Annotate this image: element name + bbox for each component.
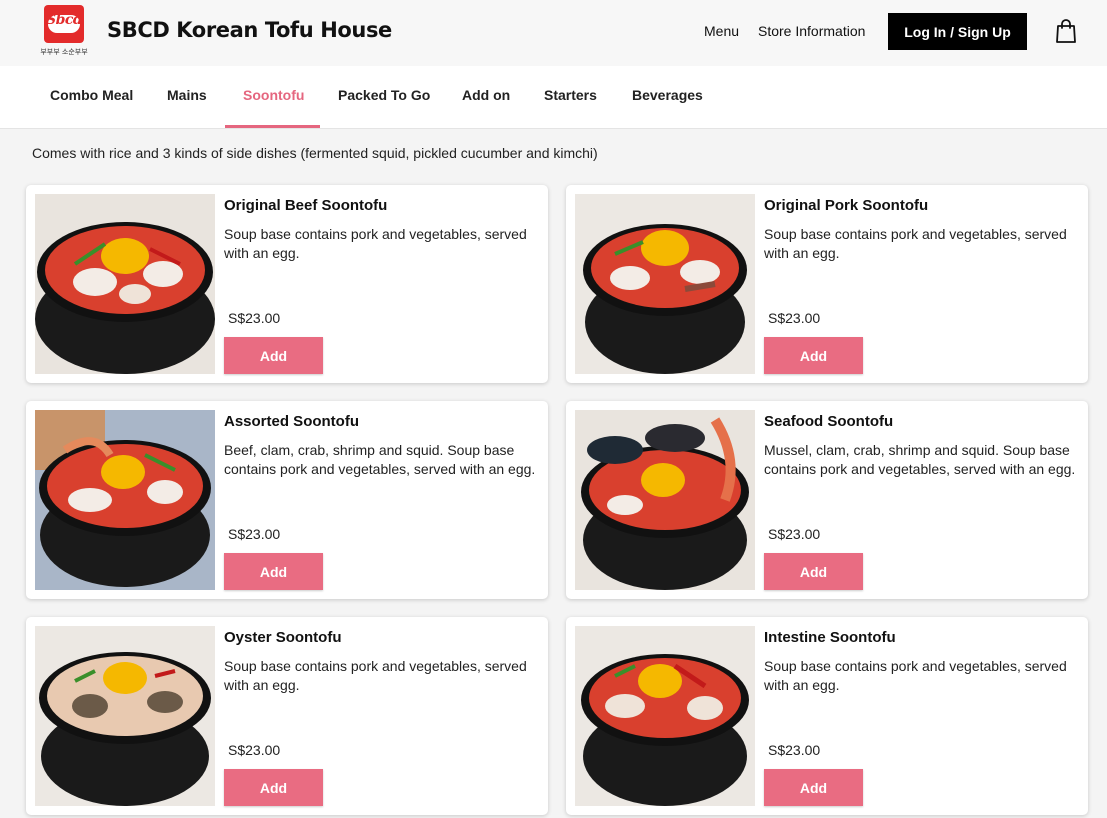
tab-add-on[interactable]: Add on: [462, 66, 510, 128]
add-button[interactable]: Add: [764, 337, 863, 374]
menu-item-card[interactable]: Assorted Soontofu Beef, clam, crab, shri…: [26, 401, 548, 599]
dish-image: [575, 194, 755, 374]
dish-description: Beef, clam, crab, shrimp and squid. Soup…: [224, 442, 536, 477]
dish-description: Soup base contains pork and vegetables, …: [224, 226, 527, 261]
login-signup-button[interactable]: Log In / Sign Up: [888, 13, 1027, 50]
menu-item-card[interactable]: Original Beef Soontofu Soup base contain…: [26, 185, 548, 383]
shopping-bag-icon[interactable]: [1055, 18, 1077, 44]
add-button[interactable]: Add: [224, 337, 323, 374]
add-button[interactable]: Add: [764, 769, 863, 806]
dish-description: Soup base contains pork and vegetables, …: [764, 226, 1067, 261]
category-tabs: Combo Meal Mains Soontofu Packed To Go A…: [0, 66, 1107, 129]
menu-item-card[interactable]: Seafood Soontofu Mussel, clam, crab, shr…: [566, 401, 1088, 599]
menu-item-card[interactable]: Original Pork Soontofu Soup base contain…: [566, 185, 1088, 383]
dish-price: S$23.00: [228, 526, 281, 542]
menu-item-card[interactable]: Oyster Soontofu Soup base contains pork …: [26, 617, 548, 815]
tab-combo-meal[interactable]: Combo Meal: [50, 66, 133, 128]
tab-soontofu[interactable]: Soontofu: [243, 66, 304, 128]
active-tab-indicator: [225, 125, 320, 128]
nav-link-store-information[interactable]: Store Information: [758, 23, 865, 39]
dish-description: Soup base contains pork and vegetables, …: [764, 658, 1067, 693]
dish-name: Original Beef Soontofu: [224, 197, 388, 214]
dish-description: Mussel, clam, crab, shrimp and squid. So…: [764, 442, 1076, 477]
dish-price: S$23.00: [768, 742, 821, 758]
dish-price: S$23.00: [768, 310, 821, 326]
brand-logo[interactable]: Sbcd 부부부 소순부부: [40, 5, 88, 59]
dish-description: Soup base contains pork and vegetables, …: [224, 658, 527, 693]
tab-beverages[interactable]: Beverages: [632, 66, 703, 128]
tab-packed-to-go[interactable]: Packed To Go: [338, 66, 430, 128]
dish-price: S$23.00: [768, 526, 821, 542]
dish-name: Intestine Soontofu: [764, 629, 896, 646]
menu-item-card[interactable]: Intestine Soontofu Soup base contains po…: [566, 617, 1088, 815]
dish-image: [35, 626, 215, 806]
dish-name: Assorted Soontofu: [224, 413, 359, 430]
dish-image: [35, 410, 215, 590]
header: Sbcd 부부부 소순부부 SBCD Korean Tofu House Men…: [0, 0, 1107, 66]
dish-name: Oyster Soontofu: [224, 629, 342, 646]
tab-mains[interactable]: Mains: [167, 66, 207, 128]
tab-starters[interactable]: Starters: [544, 66, 597, 128]
dish-name: Original Pork Soontofu: [764, 197, 929, 214]
dish-image: [35, 194, 215, 374]
category-description: Comes with rice and 3 kinds of side dish…: [32, 145, 598, 161]
add-button[interactable]: Add: [224, 553, 323, 590]
dish-name: Seafood Soontofu: [764, 413, 894, 430]
add-button[interactable]: Add: [224, 769, 323, 806]
brand-name[interactable]: SBCD Korean Tofu House: [107, 18, 392, 42]
nav-link-menu[interactable]: Menu: [704, 23, 739, 39]
add-button[interactable]: Add: [764, 553, 863, 590]
dish-image: [575, 410, 755, 590]
dish-price: S$23.00: [228, 742, 281, 758]
dish-image: [575, 626, 755, 806]
dish-price: S$23.00: [228, 310, 281, 326]
